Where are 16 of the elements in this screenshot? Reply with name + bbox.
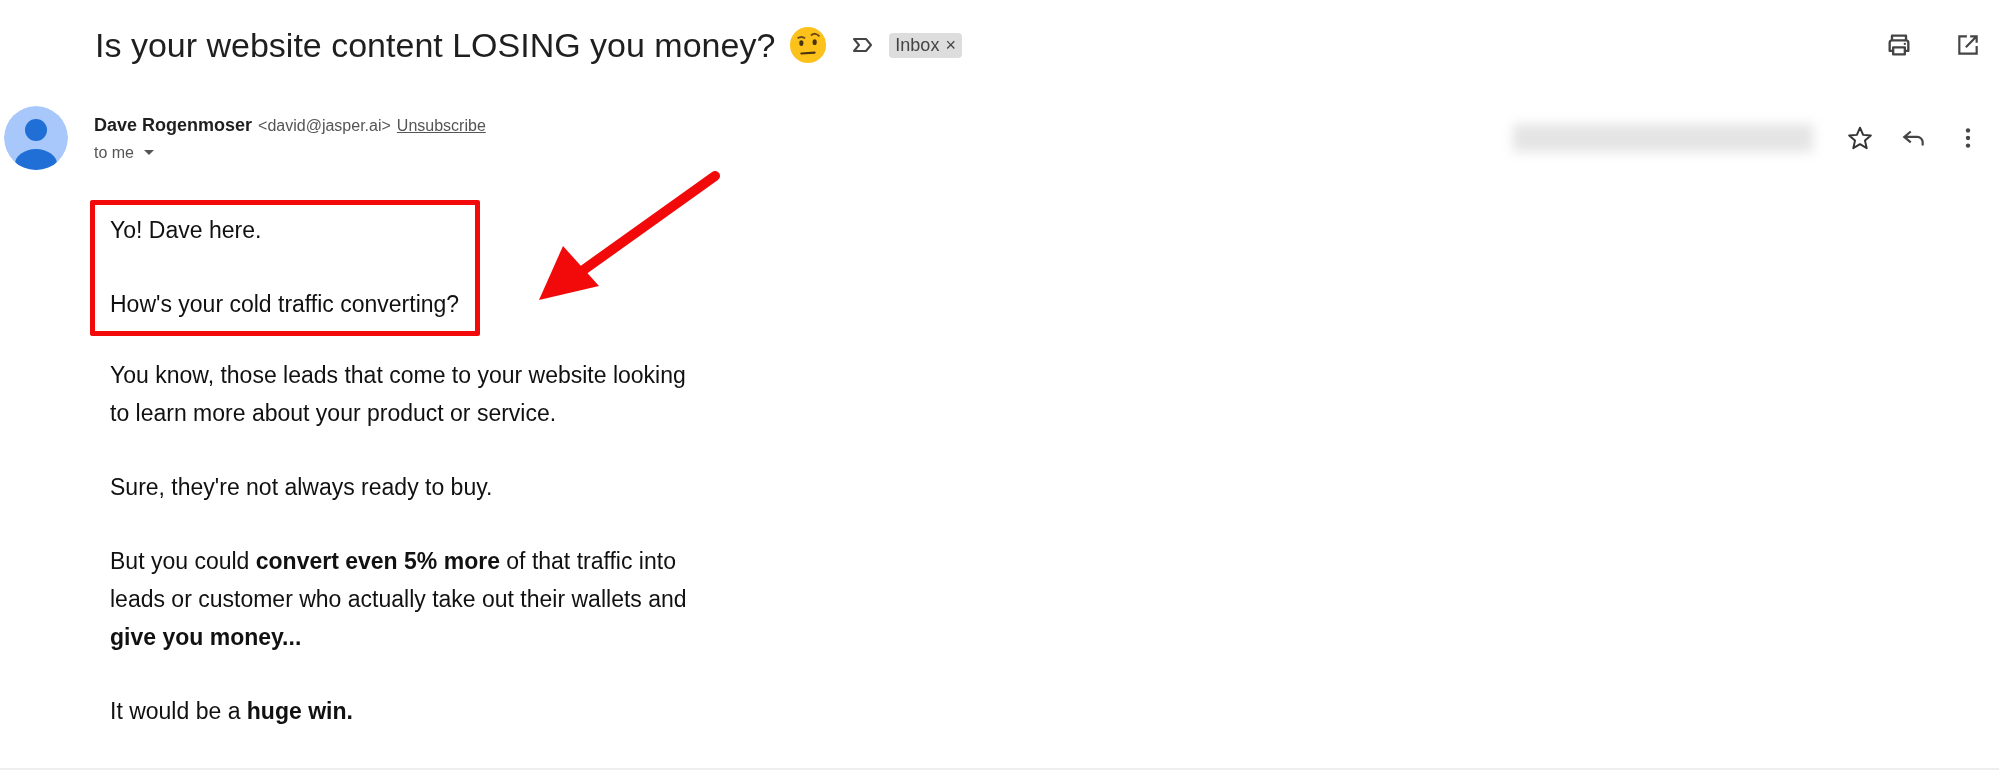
label-text: Inbox: [895, 34, 940, 56]
recipient-dropdown[interactable]: to me: [94, 143, 154, 162]
emoji-icon: [789, 26, 828, 64]
email-paragraph: How's your cold traffic converting?: [110, 290, 460, 319]
email-subject: Is your website content LOSING you money?: [95, 25, 776, 65]
email-paragraph: Yo! Dave here.: [110, 216, 263, 245]
caret-icon: [144, 149, 154, 156]
email-paragraph: It would be a huge win.: [110, 697, 354, 726]
avatar-icon: [4, 106, 68, 170]
unsubscribe-link[interactable]: Unsubscribe: [396, 116, 486, 135]
email-paragraph: You know, those leads that come to your website looking to learn more about your product or service.: [110, 361, 687, 428]
remove-label-button[interactable]: ×: [945, 34, 956, 56]
email-paragraph: Sure, they're not always ready to buy.: [110, 473, 494, 502]
sender-email: <david@jasper.ai>: [258, 116, 391, 135]
email-paragraph: But you could convert even 5% more of that traffic into leads or customer who actually take out their wallets and give you money...: [110, 547, 688, 652]
sender-name: Dave Rogenmoser: [94, 114, 253, 136]
